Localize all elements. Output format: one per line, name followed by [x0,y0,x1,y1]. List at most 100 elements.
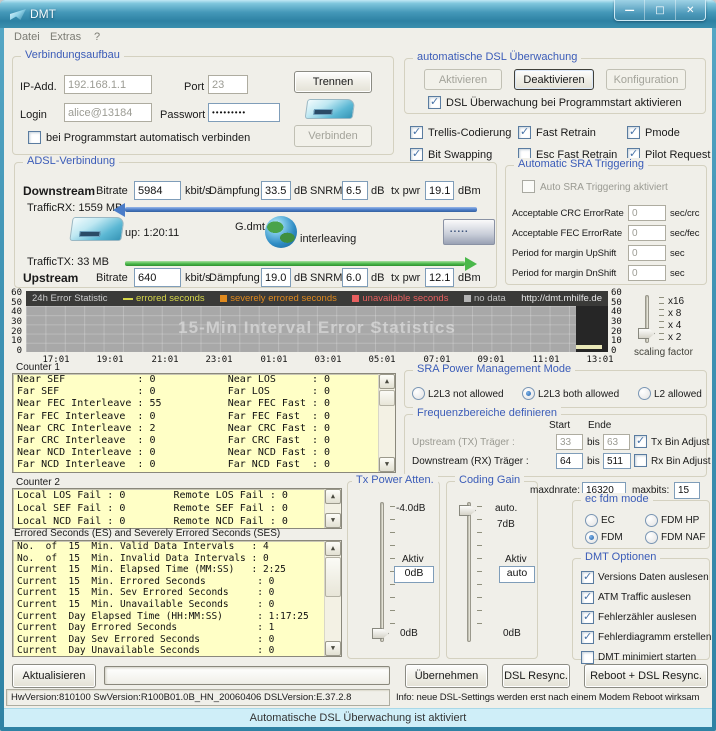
crc-errorrate-input [628,205,666,221]
maxdnrate-label: maxdnrate: [530,485,580,496]
rx-arrow-head-icon [113,203,125,217]
tx-bin-adjust-checkbox[interactable] [634,435,647,448]
tx-power-slider-thumb[interactable] [372,628,389,639]
tx-power-slider-track[interactable] [380,502,384,642]
fast-retrain-checkbox[interactable] [518,126,531,139]
fdm-naf-label: FDM NAF [661,532,705,543]
ds-bitrate-input[interactable] [134,181,181,200]
password-input[interactable] [208,103,280,122]
tx-arrow-head-icon [465,257,477,271]
atm-traffic-checkbox[interactable] [581,591,594,604]
fdm-naf-radio[interactable] [645,531,658,544]
counter1-row: Far SEF : 0 Far LOS : 0 [13,386,395,398]
monitoring-startup-checkbox[interactable] [428,96,441,109]
ds-snrm-input[interactable] [342,181,368,200]
menu-extras[interactable]: Extras [50,31,81,43]
close-button[interactable]: ✕ [675,0,705,20]
deactivate-button[interactable]: Deaktivieren [514,69,594,90]
us-bitrate-input[interactable] [134,268,181,287]
autoconnect-label: bei Programmstart automatisch verbinden [46,132,250,144]
bit-swapping-checkbox[interactable] [410,148,423,161]
y-axis-tick: 30 [4,317,22,327]
x-axis-tick: 01:01 [257,355,291,365]
unavailable-marker-icon [352,295,359,302]
tx-start-input [556,434,583,450]
menu-help[interactable]: ? [94,31,100,43]
dslam-icon [443,219,495,245]
y-axis-tick-right: 60 [611,288,629,298]
pmode-checkbox[interactable] [627,126,640,139]
ec-radio[interactable] [585,514,598,527]
rx-end-input[interactable] [603,453,631,469]
fdm-hp-radio[interactable] [645,514,658,527]
graph-header: 24h Error Statistic errored seconds seve… [26,291,608,306]
menu-datei[interactable]: Datei [14,31,40,43]
counter1-list[interactable]: Near SEF : 0 Near LOS : 0 Far SEF : 0 Fa… [12,373,396,473]
graph-watermark: 15-Min Interval Error Statistics [26,318,608,338]
l2l3-both-allowed-radio[interactable] [522,387,535,400]
scrollbar-thumb[interactable] [379,390,395,406]
dmt-options-group: DMT Optionen Versions Daten auslesen ATM… [572,558,710,660]
autoconnect-checkbox[interactable] [28,131,41,144]
scroll-down-button[interactable]: ▼ [325,641,341,656]
scroll-down-button[interactable]: ▼ [325,513,341,528]
upshift-input [628,245,666,261]
dsl-resync-button[interactable]: DSL Resync. [502,664,570,688]
counter2-list[interactable]: Local LOS Fail : 0 Remote LOS Fail : 0 L… [12,488,342,529]
es-row: Current 15 Min. Sev Errored Seconds : 0 [13,587,341,599]
refresh-button[interactable]: Aktualisieren [12,664,96,688]
scroll-up-button[interactable]: ▲ [325,541,341,556]
scaling-label-x2: x 2 [668,332,681,343]
tx-end-input [603,434,630,450]
fehlerzaehler-checkbox[interactable] [581,611,594,624]
us-daempfung-input[interactable] [261,268,291,287]
reboot-resync-button[interactable]: Reboot + DSL Resync. [584,664,708,688]
errored-seconds-marker-icon [123,298,133,300]
coding-gain-slider-track[interactable] [467,502,471,642]
scroll-up-icon: ▲ [331,543,335,555]
globe-icon [265,216,297,248]
sra-trigger-group-title: Automatic SRA Triggering [514,158,648,170]
coding-gain-slider-thumb[interactable] [459,505,476,516]
es-scrollbar[interactable]: ▲ ▼ [324,541,341,656]
maximize-button[interactable]: □ [644,0,674,20]
scroll-down-button[interactable]: ▼ [379,457,395,472]
l2-allowed-radio[interactable] [638,387,651,400]
no-data-marker-icon [464,295,471,302]
scroll-up-button[interactable]: ▲ [379,374,395,389]
y-axis-tick-right: 10 [611,336,629,346]
fdm-radio[interactable] [585,531,598,544]
counter2-title: Counter 2 [16,477,60,488]
ds-daempfung-input[interactable] [261,181,291,200]
us-txpwr-unit: dBm [458,272,481,284]
coding-gain-7db-label: 7dB [497,519,515,530]
l2l3-not-allowed-radio[interactable] [412,387,425,400]
pmode-label: Pmode [645,127,680,139]
title-bar[interactable]: DMT [0,0,716,28]
trellis-checkbox[interactable] [410,126,423,139]
es-list[interactable]: No. of 15 Min. Valid Data Intervals : 4 … [12,540,342,657]
downstream-label: Downstream [23,184,95,198]
scroll-down-icon: ▼ [331,643,335,655]
us-txpwr-input[interactable] [425,268,454,287]
counter1-scrollbar[interactable]: ▲ ▼ [378,374,395,472]
status-text: Automatische DSL Überwachung ist aktivie… [250,712,467,724]
apply-button[interactable]: Übernehmen [405,664,488,688]
dnshift-label: Period for margin DnShift [512,268,616,279]
ds-daempfung-unit: dB [294,185,307,197]
scroll-up-button[interactable]: ▲ [325,489,341,504]
fehlerdiagramm-checkbox[interactable] [581,631,594,644]
us-snrm-input[interactable] [342,268,368,287]
modem-icon [69,217,124,241]
modem-icon [305,99,356,119]
disconnect-button[interactable]: Trennen [294,71,372,93]
rx-bin-adjust-checkbox[interactable] [634,454,647,467]
ds-txpwr-input[interactable] [425,181,454,200]
minimiert-checkbox[interactable] [581,651,594,664]
versions-checkbox[interactable] [581,571,594,584]
scrollbar-thumb[interactable] [325,557,341,597]
counter2-scrollbar[interactable]: ▲ ▼ [324,489,341,528]
minimize-button[interactable]: — [615,0,644,20]
maxbits-input[interactable] [674,482,700,499]
rx-start-input[interactable] [556,453,583,469]
